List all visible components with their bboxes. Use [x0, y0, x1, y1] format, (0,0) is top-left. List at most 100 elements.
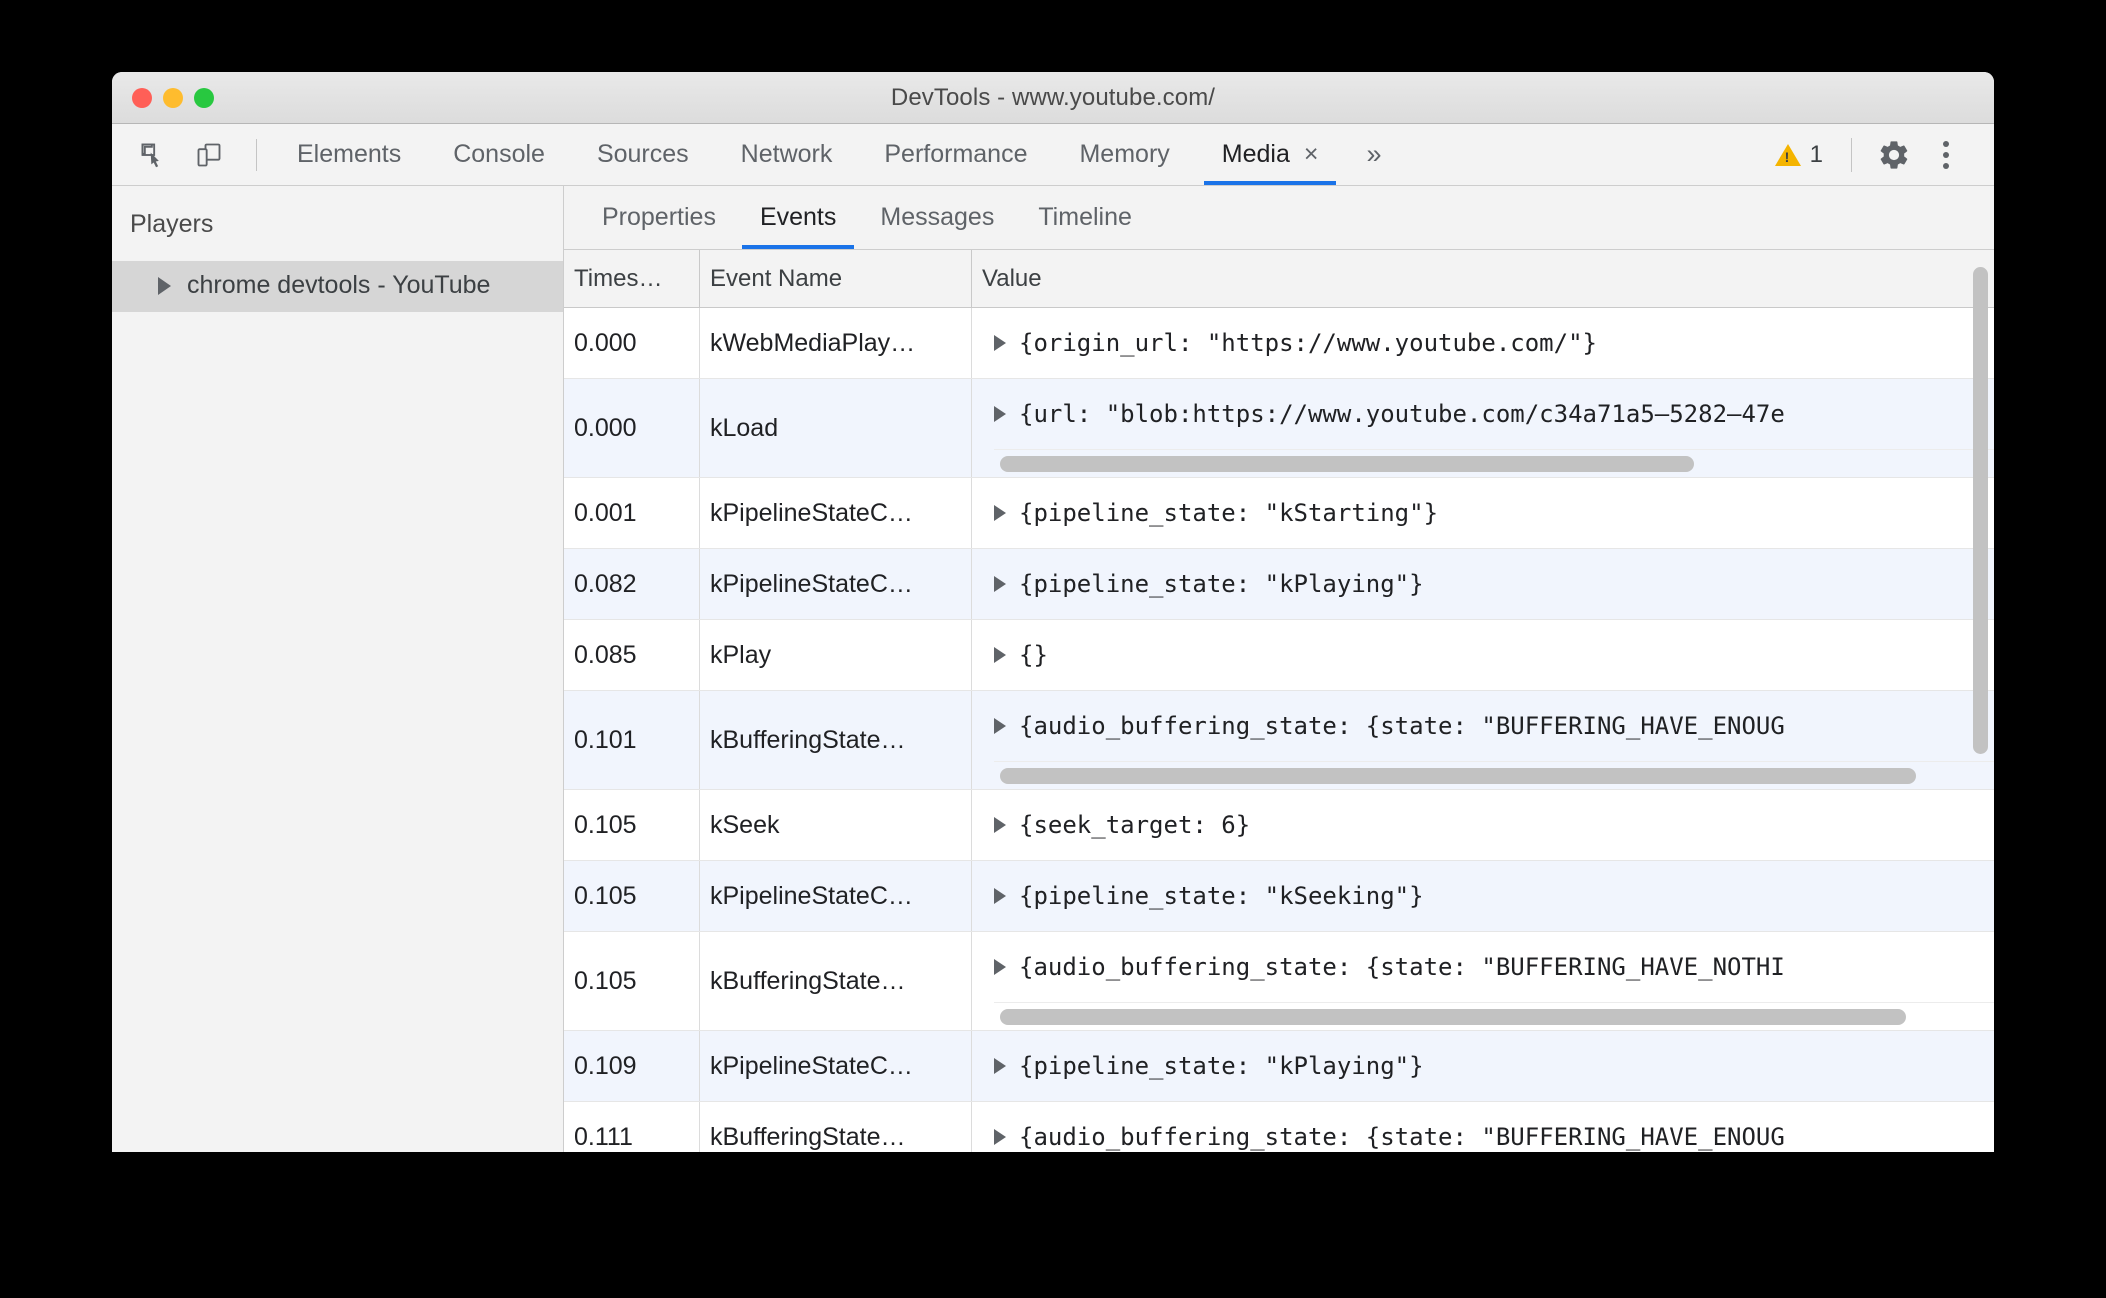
status-badge[interactable]: 1 — [1765, 141, 1833, 169]
media-subtabs: Properties Events Messages Timeline — [564, 186, 1994, 250]
sidebar-title: Players — [130, 210, 214, 238]
table-row[interactable]: 0.101 kBufferingState… {audio_buffering_st… — [564, 691, 1994, 790]
players-sidebar: Players chrome devtools - YouTube — [112, 186, 564, 1152]
kebab-menu-icon[interactable] — [1922, 131, 1970, 179]
cell-event-name: kWebMediaPlay… — [700, 308, 972, 378]
cell-value[interactable]: {audio_buffering_state: {state: "BUFFERI… — [972, 691, 1994, 789]
horizontal-scrollbar[interactable] — [994, 761, 1994, 789]
cell-event-name: kBufferingState… — [700, 1102, 972, 1152]
expand-triangle-icon[interactable] — [994, 959, 1006, 975]
inspect-element-icon[interactable] — [130, 133, 176, 177]
cell-event-name: kLoad — [700, 379, 972, 477]
value-text: {pipeline_state: "kPlaying"} — [1019, 570, 1424, 598]
sidebar-item-player[interactable]: chrome devtools - YouTube — [112, 261, 563, 312]
expand-triangle-icon[interactable] — [994, 647, 1006, 663]
cell-value[interactable]: {} — [972, 620, 1994, 690]
expand-triangle-icon[interactable] — [994, 718, 1006, 734]
horizontal-scrollbar[interactable] — [994, 1002, 1994, 1030]
tab-performance[interactable]: Performance — [858, 124, 1053, 185]
toolbar-divider — [256, 138, 257, 171]
tab-label: Console — [453, 140, 545, 168]
more-tabs-icon[interactable]: » — [1344, 124, 1403, 185]
devtools-body: Players chrome devtools - YouTube Proper… — [112, 186, 1994, 1152]
cell-event-name: kPipelineStateC… — [700, 549, 972, 619]
device-toolbar-icon[interactable] — [186, 133, 232, 177]
devtools-window: DevTools - www.youtube.com/ Elements Con… — [112, 72, 1994, 1152]
warning-count: 1 — [1809, 140, 1823, 168]
column-header-value[interactable]: Value — [972, 250, 1994, 307]
tab-network[interactable]: Network — [715, 124, 859, 185]
column-header-timestamp[interactable]: Times… — [564, 250, 700, 307]
tab-console[interactable]: Console — [427, 124, 571, 185]
scrollbar-thumb[interactable] — [1000, 455, 1695, 472]
tab-label: Sources — [596, 140, 689, 168]
cell-value[interactable]: {seek_target: 6} — [972, 790, 1994, 860]
tab-properties[interactable]: Properties — [580, 186, 738, 249]
value-text: {origin_url: "https://www.youtube.com/"} — [1019, 329, 1597, 357]
tab-events[interactable]: Events — [738, 186, 858, 249]
cell-value[interactable]: {pipeline_state: "kPlaying"} — [972, 549, 1994, 619]
tab-memory[interactable]: Memory — [1053, 124, 1195, 185]
expand-triangle-icon[interactable] — [994, 335, 1006, 351]
value-text: {url: "blob:https://www.youtube.com/c34a… — [1019, 400, 1785, 428]
kebab-dots — [1943, 140, 1949, 169]
cell-timestamp: 0.000 — [564, 379, 700, 477]
cell-value[interactable]: {origin_url: "https://www.youtube.com/"} — [972, 308, 1994, 378]
subtab-label: Properties — [602, 203, 716, 231]
table-row[interactable]: 0.105 kPipelineStateC… {pipeline_state: "k… — [564, 861, 1994, 932]
tab-label: Network — [740, 140, 833, 168]
tab-elements[interactable]: Elements — [271, 124, 427, 185]
table-row[interactable]: 0.105 kSeek {seek_target: 6} — [564, 790, 1994, 861]
table-row[interactable]: 0.001 kPipelineStateC… {pipeline_state: "k… — [564, 478, 1994, 549]
expand-triangle-icon[interactable] — [994, 505, 1006, 521]
gear-icon[interactable] — [1870, 131, 1918, 179]
cell-event-name: kPipelineStateC… — [700, 478, 972, 548]
tab-media[interactable]: Media × — [1196, 124, 1345, 185]
toolbar-right-icons: 1 — [1765, 124, 1994, 185]
horizontal-scrollbar[interactable] — [994, 449, 1994, 477]
cell-value[interactable]: {pipeline_state: "kSeeking"} — [972, 861, 1994, 931]
cell-value[interactable]: {audio_buffering_state: {state: "BUFFERI… — [972, 1102, 1994, 1152]
chevron-right-icon[interactable] — [158, 276, 171, 295]
value-text: {seek_target: 6} — [1019, 811, 1251, 839]
cell-timestamp: 0.001 — [564, 478, 700, 548]
value-text: {audio_buffering_state: {state: "BUFFERI… — [1019, 953, 1785, 981]
column-header-event-name[interactable]: Event Name — [700, 250, 972, 307]
toolbar-divider — [1851, 137, 1852, 172]
expand-triangle-icon[interactable] — [994, 817, 1006, 833]
cell-timestamp: 0.105 — [564, 861, 700, 931]
cell-value[interactable]: {pipeline_state: "kStarting"} — [972, 478, 1994, 548]
cell-event-name: kPipelineStateC… — [700, 1031, 972, 1101]
table-row[interactable]: 0.109 kPipelineStateC… {pipeline_state: "k… — [564, 1031, 1994, 1102]
table-row[interactable]: 0.000 kLoad {url: "blob:https://www.youtub… — [564, 379, 1994, 478]
cell-value[interactable]: {audio_buffering_state: {state: "BUFFERI… — [972, 932, 1994, 1030]
table-row[interactable]: 0.105 kBufferingState… {audio_buffering_st… — [564, 932, 1994, 1031]
tab-label: Performance — [884, 140, 1028, 168]
expand-triangle-icon[interactable] — [994, 1058, 1006, 1074]
cell-timestamp: 0.109 — [564, 1031, 700, 1101]
close-icon[interactable]: × — [1304, 142, 1319, 167]
table-row[interactable]: 0.085 kPlay {} — [564, 620, 1994, 691]
media-panel: Properties Events Messages Timeline Time… — [564, 186, 1994, 1152]
tab-timeline[interactable]: Timeline — [1016, 186, 1154, 249]
cell-value[interactable]: {url: "blob:https://www.youtube.com/c34a… — [972, 379, 1994, 477]
expand-triangle-icon[interactable] — [994, 888, 1006, 904]
expand-triangle-icon[interactable] — [994, 1129, 1006, 1145]
subtab-label: Events — [759, 203, 837, 231]
tab-sources[interactable]: Sources — [571, 124, 715, 185]
table-body[interactable]: 0.000 kWebMediaPlay… {origin_url: "https:/… — [564, 308, 1994, 1152]
cell-value[interactable]: {pipeline_state: "kPlaying"} — [972, 1031, 1994, 1101]
events-table: Times… Event Name Value 0.000 kWebMediaPl… — [564, 250, 1994, 1152]
expand-triangle-icon[interactable] — [994, 576, 1006, 592]
scrollbar-thumb[interactable] — [1000, 1008, 1907, 1025]
value-text: {pipeline_state: "kPlaying"} — [1019, 1052, 1424, 1080]
scrollbar-thumb[interactable] — [1000, 767, 1916, 784]
table-row[interactable]: 0.000 kWebMediaPlay… {origin_url: "https:/… — [564, 308, 1994, 379]
table-row[interactable]: 0.111 kBufferingState… {audio_buffering_st… — [564, 1102, 1994, 1152]
expand-triangle-icon[interactable] — [994, 406, 1006, 422]
table-row[interactable]: 0.082 kPipelineStateC… {pipeline_state: "k… — [564, 549, 1994, 620]
window-titlebar: DevTools - www.youtube.com/ — [112, 72, 1994, 124]
tab-label: Media — [1221, 140, 1290, 168]
cell-timestamp: 0.085 — [564, 620, 700, 690]
tab-messages[interactable]: Messages — [858, 186, 1016, 249]
